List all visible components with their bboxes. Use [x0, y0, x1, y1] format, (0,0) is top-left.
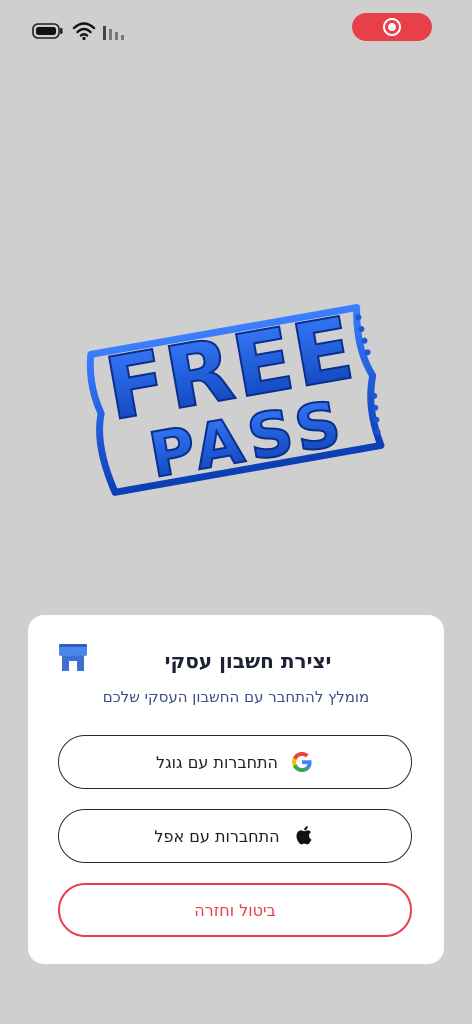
- screen-record-indicator[interactable]: [352, 13, 432, 41]
- cancel-label: ביטול וחזרה: [194, 900, 276, 920]
- apple-login-button[interactable]: התחברות עם אפל: [58, 809, 412, 863]
- cancel-button[interactable]: ביטול וחזרה: [58, 883, 412, 937]
- apple-login-label: התחברות עם אפל: [154, 826, 280, 846]
- google-icon: [290, 750, 314, 774]
- google-login-label: התחברות עם גוגל: [155, 752, 279, 772]
- google-login-button[interactable]: התחברות עם גוגל: [58, 735, 412, 789]
- sheet-title: יצירת חשבון עסקי: [164, 649, 332, 673]
- sheet-subtitle: מומלץ להתחבר עם החשבון העסקי שלכם: [102, 688, 370, 706]
- wifi-icon: [72, 22, 96, 41]
- battery-icon: [32, 23, 63, 39]
- freepass-logo: FREE PASS: [86, 297, 385, 496]
- signal-icon: [103, 26, 124, 40]
- create-business-account-sheet: יצירת חשבון עסקי מומלץ להתחבר עם החשבון …: [28, 615, 444, 964]
- status-bar: [0, 0, 472, 62]
- screen-record-icon: [383, 18, 401, 36]
- apple-icon: [292, 824, 316, 848]
